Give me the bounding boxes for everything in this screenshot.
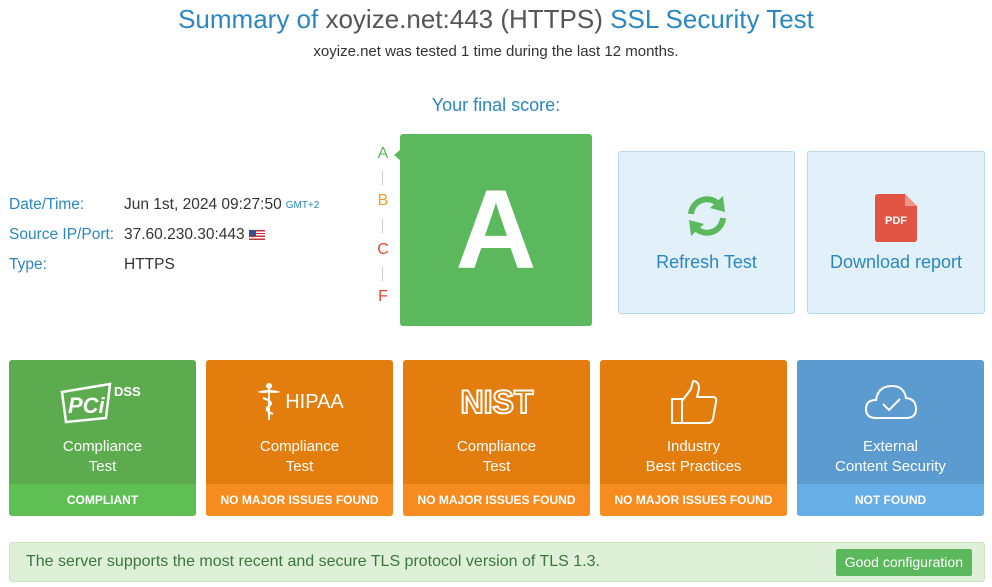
pci-logo-text: PCi [68, 393, 106, 418]
card-title-line1: Compliance [62, 438, 143, 455]
card-title-line1: External [862, 438, 919, 455]
nist-logo: NIST [403, 378, 590, 426]
status-badge: NO MAJOR ISSUES FOUND [600, 484, 787, 516]
card-title-line1: Compliance [456, 438, 537, 455]
page-subtitle: xoyize.net was tested 1 time during the … [313, 43, 679, 60]
status-badge: NOT FOUND [797, 484, 984, 516]
refresh-test-button[interactable]: Refresh Test [618, 151, 795, 314]
pdf-icon: PDF [875, 194, 917, 242]
page-title: Summary of xoyize.net:443 (HTTPS) SSL Se… [0, 4, 992, 35]
card-title: Compliance Test [403, 437, 590, 477]
caduceus-icon [257, 383, 282, 420]
info-row-ip: Source IP/Port: 37.60.230.30:443 [9, 220, 319, 250]
tls-notice-banner: The server supports the most recent and … [9, 542, 985, 582]
scale-grade-a: A [377, 145, 389, 162]
scale-grade-c: C [377, 241, 389, 258]
type-label: Type: [9, 256, 47, 273]
pci-dss-card[interactable]: PCi DSS Compliance Test COMPLIANT [9, 360, 196, 516]
status-badge: NO MAJOR ISSUES FOUND [403, 484, 590, 516]
card-title: Industry Best Practices [600, 437, 787, 477]
tls-notice-message: The server supports the most recent and … [26, 553, 600, 570]
card-title-line2: Best Practices [645, 458, 742, 475]
best-practices-card[interactable]: Industry Best Practices NO MAJOR ISSUES … [600, 360, 787, 516]
card-title: Compliance Test [206, 437, 393, 477]
timezone-label: GMT+2 [285, 199, 320, 211]
title-prefix: Summary of [178, 4, 326, 34]
hipaa-card[interactable]: HIPAA Compliance Test NO MAJOR ISSUES FO… [206, 360, 393, 516]
nist-logo-text: NIST [460, 385, 533, 419]
status-badge: COMPLIANT [9, 484, 196, 516]
refresh-icon [687, 196, 726, 236]
us-flag-icon [248, 230, 265, 240]
download-report-button[interactable]: PDF Download report [807, 151, 985, 314]
card-title-line1: Compliance [259, 438, 340, 455]
hipaa-logo-text: HIPAA [285, 390, 344, 413]
title-host: xoyize.net:443 (HTTPS) [325, 4, 603, 34]
ip-value: 37.60.230.30:443 [124, 226, 245, 243]
hipaa-logo: HIPAA [206, 378, 393, 426]
title-suffix: SSL Security Test [602, 4, 814, 34]
card-title-line2: Content Security [835, 458, 946, 475]
status-badge: NO MAJOR ISSUES FOUND [206, 484, 393, 516]
scale-divider [382, 219, 383, 233]
good-configuration-badge: Good configuration [835, 549, 972, 576]
info-row-type: Type: HTTPS [9, 250, 319, 280]
nist-card[interactable]: NIST Compliance Test NO MAJOR ISSUES FOU… [403, 360, 590, 516]
content-security-logo [797, 378, 984, 426]
card-title-line2: Test [482, 458, 511, 475]
scale-divider [382, 171, 383, 185]
pdf-icon-text: PDF [885, 215, 907, 227]
dss-logo-text: DSS [114, 384, 141, 399]
thumbs-up-icon [670, 380, 717, 424]
date-label: Date/Time: [9, 196, 85, 213]
scale-grade-f: F [378, 288, 388, 305]
card-title-line2: Test [88, 458, 117, 475]
nist-icon: NIST [459, 385, 534, 419]
content-security-card[interactable]: External Content Security NOT FOUND [797, 360, 984, 516]
scale-divider [382, 267, 383, 281]
card-title: External Content Security [797, 437, 984, 477]
card-title-line2: Test [285, 458, 314, 475]
type-value: HTTPS [124, 256, 175, 273]
final-grade: A [400, 134, 592, 326]
info-row-date: Date/Time: Jun 1st, 2024 09:27:50 GMT+2 [9, 190, 319, 220]
pci-dss-logo: PCi DSS [9, 378, 196, 426]
card-title: Compliance Test [9, 437, 196, 477]
score-label: Your final score: [431, 95, 561, 115]
download-report-label: Download report [829, 252, 963, 272]
scale-grade-b: B [377, 192, 389, 209]
test-info: Date/Time: Jun 1st, 2024 09:27:50 GMT+2 … [9, 190, 319, 280]
ip-label: Source IP/Port: [9, 226, 115, 243]
pci-dss-icon: PCi DSS [60, 382, 141, 424]
refresh-test-label: Refresh Test [656, 252, 757, 272]
date-value: Jun 1st, 2024 09:27:50 [124, 196, 282, 213]
card-title-line1: Industry [666, 438, 721, 455]
cloud-check-icon [864, 384, 917, 419]
best-practices-logo [600, 378, 787, 426]
